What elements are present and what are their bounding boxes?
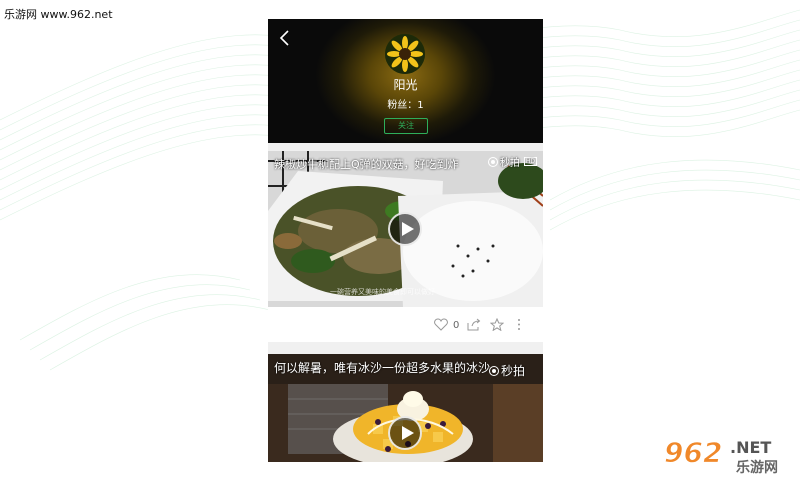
brand-label: 秒拍 xyxy=(500,364,525,378)
miaopai-badge: 秒拍 HD xyxy=(487,154,537,169)
video-thumbnail[interactable]: 何以解暑，唯有冰沙一份超多水果的冰沙 秒拍 xyxy=(268,354,543,462)
play-button-icon[interactable] xyxy=(388,212,422,246)
brand-label: 秒拍 xyxy=(499,158,520,169)
miaopai-logo-icon xyxy=(488,365,499,376)
profile-header: 阳光 粉丝：1 关注 xyxy=(268,19,543,143)
video-actions: 0 xyxy=(268,307,543,342)
follow-button[interactable]: 关注 xyxy=(384,118,428,134)
star-icon[interactable] xyxy=(490,318,504,331)
video-thumbnail[interactable]: 辣椒炒牛柳配上Q弹的双菇，好吃到炸 秒拍 HD 一碗营养又美味的美食即可以做好 xyxy=(268,151,543,307)
play-button-icon[interactable] xyxy=(388,416,422,450)
hd-badge: HD xyxy=(523,157,537,166)
fans-count: 粉丝：1 xyxy=(387,100,424,111)
video-title: 何以解暑，唯有冰沙一份超多水果的冰沙 xyxy=(274,361,491,375)
site-watermark-label: 乐游网 www.962.net xyxy=(4,8,113,21)
logo-number: 962 xyxy=(664,436,722,469)
back-arrow-icon[interactable] xyxy=(278,29,292,47)
video-card[interactable]: 辣椒炒牛柳配上Q弹的双菇，好吃到炸 秒拍 HD 一碗营养又美味的美食即可以做好 … xyxy=(268,151,543,342)
site-logo: 962 .NET 乐游网 xyxy=(664,436,779,477)
miaopai-logo-icon xyxy=(487,156,498,167)
username: 阳光 xyxy=(393,78,418,92)
logo-cn: 乐游网 xyxy=(736,459,778,476)
video-caption: 一碗营养又美味的美食即可以做好 xyxy=(330,288,435,296)
miaopai-badge: 秒拍 xyxy=(488,362,525,379)
heart-icon[interactable] xyxy=(434,318,448,331)
avatar[interactable] xyxy=(385,34,425,74)
more-options-icon[interactable] xyxy=(516,318,522,331)
video-card[interactable]: 何以解暑，唯有冰沙一份超多水果的冰沙 秒拍 xyxy=(268,354,543,462)
logo-net: .NET xyxy=(730,438,771,457)
video-title: 辣椒炒牛柳配上Q弹的双菇，好吃到炸 xyxy=(274,158,459,171)
like-count: 0 xyxy=(453,320,460,331)
sunflower-avatar-image xyxy=(385,34,425,74)
app-screen: 阳光 粉丝：1 关注 辣椒炒牛柳配上Q弹的双菇，好吃到炸 秒拍 HD 一碗营养又… xyxy=(268,19,543,462)
share-icon[interactable] xyxy=(467,318,481,331)
